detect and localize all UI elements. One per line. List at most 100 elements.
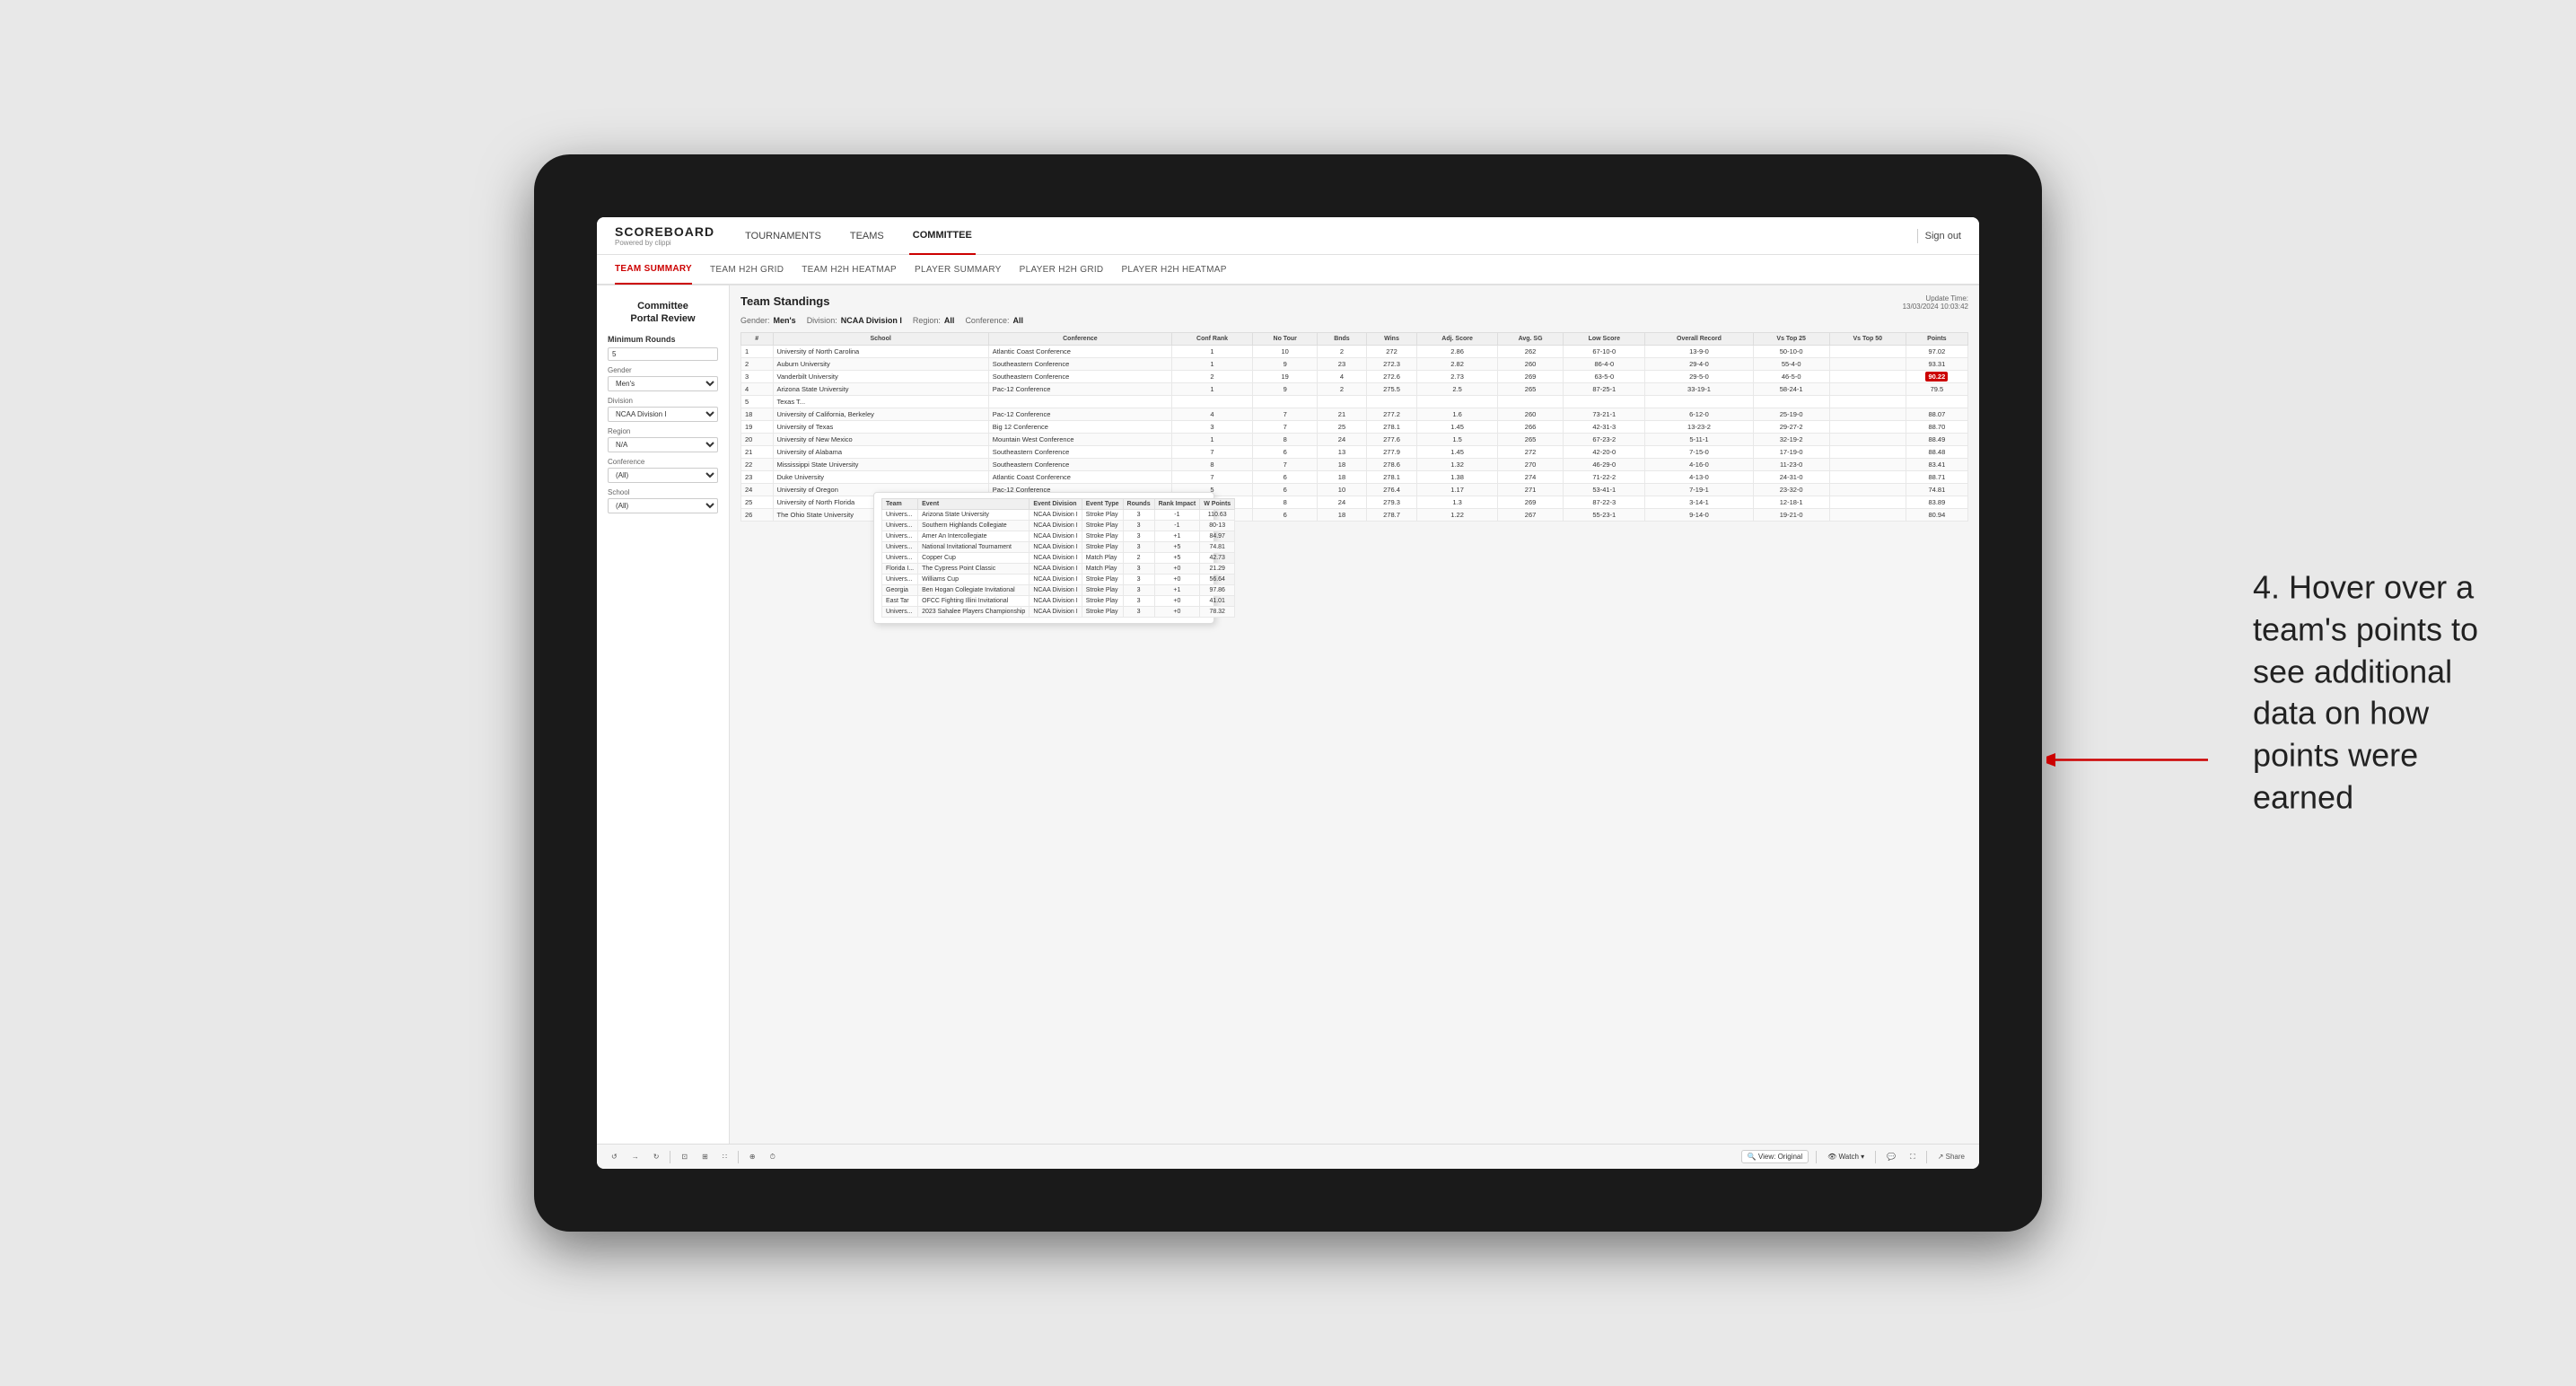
filter-division-label: Division: [807,316,837,325]
min-rounds-input[interactable] [608,347,718,361]
tooltip-cell-division: NCAA Division I [1030,596,1082,607]
tooltip-cell-division: NCAA Division I [1030,575,1082,585]
dots-button[interactable]: ∷ [719,1151,731,1162]
cell-school: University of North Carolina [773,346,988,358]
tooltip-cell-type: Stroke Play [1082,531,1123,542]
cell-overall: 29-5-0 [1645,371,1753,383]
nav-tournaments[interactable]: TOURNAMENTS [741,217,825,255]
redo-button[interactable]: → [628,1151,643,1162]
view-original-button[interactable]: 🔍 View: Original [1741,1150,1809,1163]
expand-button[interactable]: ⛶ [1906,1151,1919,1163]
cell-avg-sg: 266 [1497,421,1564,434]
sign-out-link[interactable]: Sign out [1925,231,1961,241]
cell-points[interactable]: 88.48 [1906,446,1967,459]
cell-avg-sg: 274 [1497,471,1564,484]
subnav-team-h2h-heatmap[interactable]: TEAM H2H HEATMAP [802,254,897,285]
cell-conference: Pac-12 Conference [988,383,1171,396]
gender-select[interactable]: Men's Women's [608,376,718,391]
cell-points[interactable]: 80.94 [1906,509,1967,522]
cell-vs50 [1829,408,1906,421]
col-header-conference: Conference [988,333,1171,346]
col-header-conf-rank: Conf Rank [1171,333,1252,346]
conference-select[interactable]: (All) ACC Big Ten [608,468,718,483]
cell-points[interactable]: 88.49 [1906,434,1967,446]
table-row[interactable]: 21 University of Alabama Southeastern Co… [741,446,1968,459]
cell-points[interactable]: 79.5 [1906,383,1967,396]
school-select[interactable]: (All) [608,498,718,513]
cell-rank: 1 [741,346,774,358]
region-select[interactable]: N/A All East West [608,437,718,452]
table-row[interactable]: 18 University of California, Berkeley Pa… [741,408,1968,421]
division-select[interactable]: NCAA Division I NCAA Division II NCAA Di… [608,407,718,422]
undo-button[interactable]: ↺ [608,1151,621,1162]
tooltip-cell-division: NCAA Division I [1030,607,1082,618]
table-row[interactable]: 4 Arizona State University Pac-12 Confer… [741,383,1968,396]
tooltip-row: Univers... Williams Cup NCAA Division I … [882,575,1235,585]
cell-rank: 19 [741,421,774,434]
subnav-team-summary[interactable]: TEAM SUMMARY [615,254,692,285]
table-row[interactable]: 19 University of Texas Big 12 Conference… [741,421,1968,434]
cell-points[interactable]: 88.07 [1906,408,1967,421]
cell-bnds: 4 [1318,371,1366,383]
cell-vs25: 11-23-0 [1753,459,1829,471]
cell-points[interactable] [1906,396,1967,408]
app-logo: SCOREBOARD [615,224,714,239]
cell-points[interactable]: 83.41 [1906,459,1967,471]
cell-overall: 13-23-2 [1645,421,1753,434]
cell-points[interactable]: 93.31 [1906,358,1967,371]
subnav-player-h2h-grid[interactable]: PLAYER H2H GRID [1020,254,1104,285]
tooltip-row: Univers... Southern Highlands Collegiate… [882,521,1235,531]
tooltip-cell-division: NCAA Division I [1030,521,1082,531]
nav-teams[interactable]: TEAMS [846,217,888,255]
cell-vs50 [1829,421,1906,434]
cell-low-score: 42-20-0 [1564,446,1645,459]
cell-overall: 4-16-0 [1645,459,1753,471]
cell-vs25: 29-27-2 [1753,421,1829,434]
sidebar-gender-label: Gender [608,366,718,374]
tooltip-cell-type: Stroke Play [1082,575,1123,585]
cell-points[interactable]: 90.22 [1906,371,1967,383]
layout-button[interactable]: ⊞ [698,1151,712,1162]
table-row[interactable]: 5 Texas T... [741,396,1968,408]
col-header-bnds: Bnds [1318,333,1366,346]
subnav-team-h2h-grid[interactable]: TEAM H2H GRID [710,254,784,285]
table-row[interactable]: 1 University of North Carolina Atlantic … [741,346,1968,358]
comment-button[interactable]: 💬 [1883,1151,1899,1162]
col-header-low-score: Low Score [1564,333,1645,346]
cell-no-tour: 6 [1253,484,1318,496]
cell-adj-score: 1.6 [1417,408,1497,421]
subnav-player-summary[interactable]: PLAYER SUMMARY [915,254,1002,285]
watch-button[interactable]: 👁 Watch ▾ [1824,1151,1868,1162]
refresh-button[interactable]: ↻ [650,1151,663,1162]
cell-points[interactable]: 88.70 [1906,421,1967,434]
table-row[interactable]: 22 Mississippi State University Southeas… [741,459,1968,471]
cell-points[interactable]: 97.02 [1906,346,1967,358]
tooltip-cell-division: NCAA Division I [1030,585,1082,596]
share-button[interactable]: ↗ Share [1934,1151,1968,1162]
nav-right: Sign out [1917,229,1961,243]
cell-overall: 13-9-0 [1645,346,1753,358]
nav-committee[interactable]: COMMITTEE [909,217,976,255]
cell-overall: 7-19-1 [1645,484,1753,496]
cell-vs50 [1829,346,1906,358]
table-row[interactable]: 3 Vanderbilt University Southeastern Con… [741,371,1968,383]
cell-conference [988,396,1171,408]
table-row[interactable]: 20 University of New Mexico Mountain Wes… [741,434,1968,446]
cell-conf-rank: 1 [1171,383,1252,396]
timer-button[interactable]: ⏱ [767,1151,779,1163]
subnav-player-h2h-heatmap[interactable]: PLAYER H2H HEATMAP [1121,254,1226,285]
cell-points[interactable]: 88.71 [1906,471,1967,484]
cell-conf-rank: 3 [1171,421,1252,434]
cell-points[interactable]: 83.89 [1906,496,1967,509]
cell-low-score: 55-23-1 [1564,509,1645,522]
cell-wins: 277.6 [1366,434,1417,446]
grid-button[interactable]: ⊡ [678,1151,691,1162]
cell-no-tour: 9 [1253,358,1318,371]
tooltip-cell-type: Stroke Play [1082,607,1123,618]
table-row[interactable]: 2 Auburn University Southeastern Confere… [741,358,1968,371]
cell-rank: 18 [741,408,774,421]
cell-conf-rank: 4 [1171,408,1252,421]
table-row[interactable]: 23 Duke University Atlantic Coast Confer… [741,471,1968,484]
add-button[interactable]: ⊕ [746,1151,759,1162]
cell-points[interactable]: 74.81 [1906,484,1967,496]
